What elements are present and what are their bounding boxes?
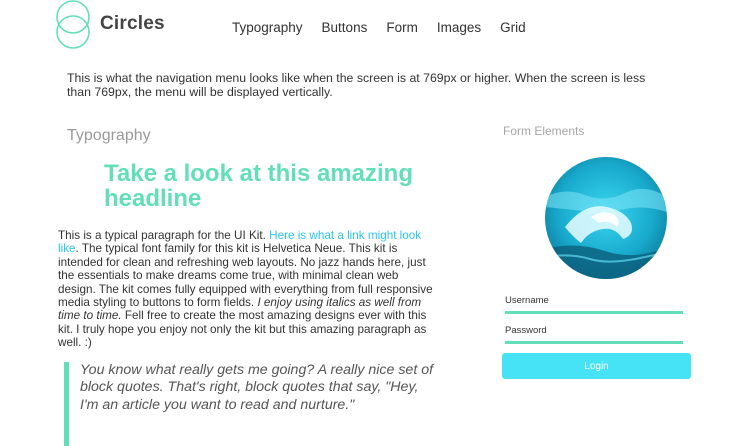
paragraph-text-start: This is a typical paragraph for the UI K… (58, 229, 270, 242)
login-button[interactable]: Login (502, 353, 691, 379)
username-field[interactable]: Username (505, 295, 683, 314)
password-field[interactable]: Password (505, 325, 683, 344)
typography-title: Typography (67, 127, 151, 144)
wave-avatar-image (545, 157, 667, 279)
main-nav: Typography Buttons Form Images Grid (232, 20, 545, 35)
username-label: Username (505, 295, 549, 306)
circles-logo-icon[interactable] (54, 0, 94, 50)
password-label: Password (505, 325, 547, 336)
nav-item-typography[interactable]: Typography (232, 20, 303, 35)
headline: Take a look at this amazing headline (104, 160, 413, 212)
form-elements-title: Form Elements (503, 124, 585, 138)
typical-paragraph: This is a typical paragraph for the UI K… (58, 229, 438, 350)
wave-image-icon (545, 157, 667, 279)
brand-name[interactable]: Circles (100, 13, 165, 35)
block-quote: You know what really gets me going? A re… (64, 362, 434, 446)
intro-text: This is what the navigation menu looks l… (67, 71, 646, 99)
nav-item-form[interactable]: Form (386, 20, 418, 35)
nav-item-grid[interactable]: Grid (500, 20, 526, 35)
nav-item-images[interactable]: Images (437, 20, 481, 35)
nav-item-buttons[interactable]: Buttons (322, 20, 368, 35)
